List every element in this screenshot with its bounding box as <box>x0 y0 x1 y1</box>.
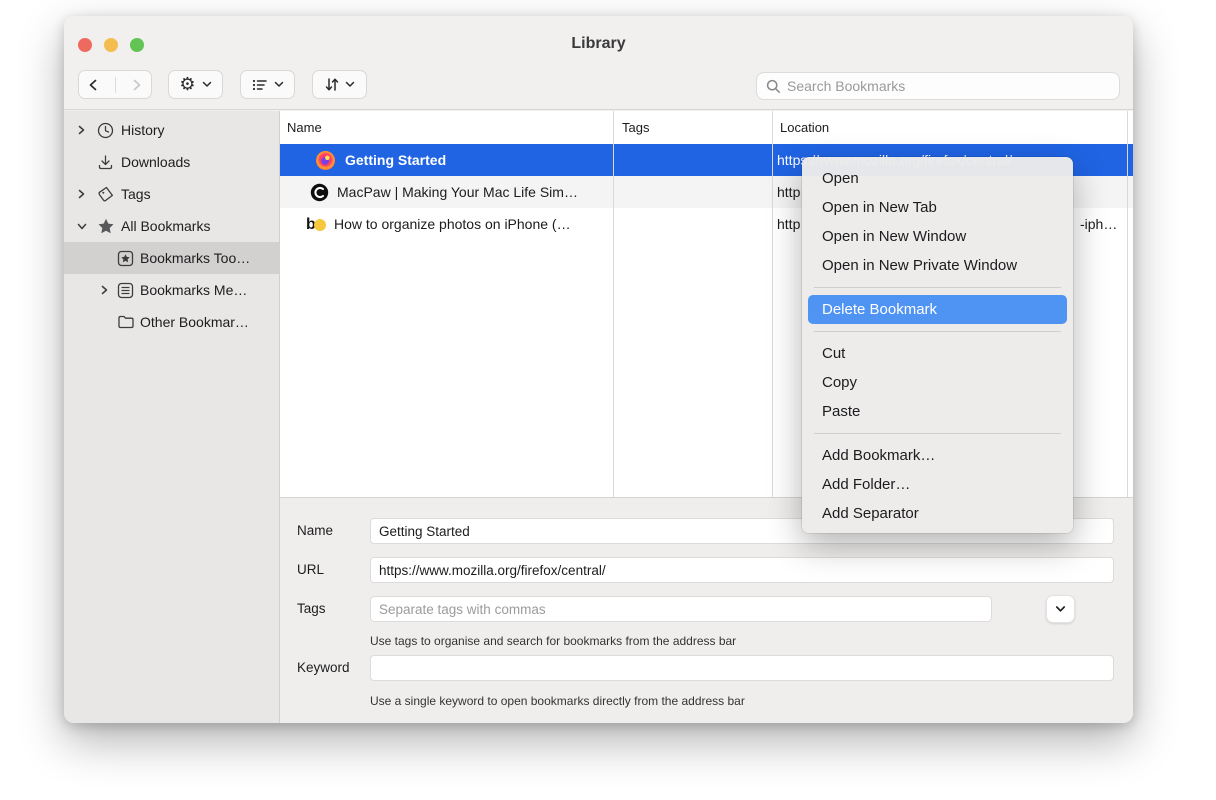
url-label: URL <box>297 562 324 577</box>
sidebar-item-bookmarks-menu[interactable]: Bookmarks Me… <box>64 274 279 306</box>
chevron-down-icon <box>274 81 284 88</box>
window-chrome: Library ⚙ <box>64 16 1133 110</box>
screenshot-root: Library ⚙ <box>0 0 1216 800</box>
column-divider[interactable] <box>613 111 614 497</box>
column-header-tags[interactable]: Tags <box>622 111 649 144</box>
sidebar: History Downloads Tags All Bookmarks Boo… <box>64 111 279 723</box>
sidebar-item-label: Tags <box>121 186 151 202</box>
history-nav-group <box>78 70 152 99</box>
menu-item-add-bookmark[interactable]: Add Bookmark… <box>802 441 1073 470</box>
menu-item-paste[interactable]: Paste <box>802 397 1073 426</box>
download-icon <box>97 154 114 171</box>
segment-divider <box>115 77 116 93</box>
column-header-name[interactable]: Name <box>287 111 322 144</box>
chevron-down-icon <box>345 81 355 88</box>
sidebar-item-label: Downloads <box>121 154 190 170</box>
chevron-down-icon <box>202 81 212 88</box>
tags-field[interactable] <box>370 596 992 622</box>
keyword-label: Keyword <box>297 660 350 675</box>
sidebar-item-other-bookmarks[interactable]: Other Bookmar… <box>64 306 279 338</box>
bookmarks-menu-icon <box>117 282 134 299</box>
clock-icon <box>97 122 114 139</box>
keyword-field[interactable] <box>370 655 1114 681</box>
bookmark-name: How to organize photos on iPhone (… <box>334 216 571 232</box>
bookmark-location: http <box>777 176 800 208</box>
forward-button[interactable] <box>121 71 151 98</box>
search-icon <box>766 79 781 94</box>
organize-menu-button[interactable]: ⚙ <box>168 70 223 99</box>
firefox-favicon <box>316 151 335 170</box>
column-divider[interactable] <box>772 111 773 497</box>
chevron-right-icon[interactable] <box>100 285 110 295</box>
bookmark-name: MacPaw | Making Your Mac Life Sim… <box>337 184 578 200</box>
bookmark-location-end: -iph… <box>1080 208 1117 240</box>
name-label: Name <box>297 523 333 538</box>
bookmarks-toolbar-icon <box>117 250 134 267</box>
gear-icon: ⚙ <box>179 76 195 94</box>
bookmark-location: http <box>777 208 800 240</box>
macpaw-favicon <box>310 183 329 202</box>
bookmark-name: Getting Started <box>345 152 446 168</box>
search-field[interactable] <box>756 72 1120 100</box>
views-menu-button[interactable] <box>240 70 295 99</box>
menu-item-open-new-private-window[interactable]: Open in New Private Window <box>802 251 1073 280</box>
sidebar-item-label: History <box>121 122 165 138</box>
window-title: Library <box>64 35 1133 53</box>
sidebar-item-all-bookmarks[interactable]: All Bookmarks <box>64 210 279 242</box>
column-divider[interactable] <box>1127 111 1128 497</box>
back-button[interactable] <box>79 71 109 98</box>
tags-help-text: Use tags to organise and search for book… <box>370 634 736 648</box>
menu-separator <box>814 331 1061 332</box>
menu-item-open-new-tab[interactable]: Open in New Tab <box>802 193 1073 222</box>
keyword-help-text: Use a single keyword to open bookmarks d… <box>370 694 745 708</box>
star-icon <box>97 218 115 235</box>
menu-item-add-separator[interactable]: Add Separator <box>802 499 1073 528</box>
sidebar-item-history[interactable]: History <box>64 114 279 146</box>
menu-separator <box>814 433 1061 434</box>
context-menu: Open Open in New Tab Open in New Window … <box>802 157 1073 533</box>
chevron-down-icon <box>1055 605 1066 613</box>
tag-icon <box>97 186 115 203</box>
menu-item-cut[interactable]: Cut <box>802 339 1073 368</box>
chevron-down-icon[interactable] <box>77 222 87 231</box>
sort-menu-button[interactable] <box>312 70 367 99</box>
sidebar-item-label: Other Bookmar… <box>140 314 249 330</box>
tags-label: Tags <box>297 601 326 616</box>
search-input[interactable] <box>787 78 1110 94</box>
sidebar-item-label: All Bookmarks <box>121 218 210 234</box>
sidebar-item-downloads[interactable]: Downloads <box>64 146 279 178</box>
sidebar-item-bookmarks-toolbar[interactable]: Bookmarks Too… <box>64 242 279 274</box>
menu-item-add-folder[interactable]: Add Folder… <box>802 470 1073 499</box>
sort-arrows-icon <box>325 77 339 92</box>
tags-dropdown-button[interactable] <box>1046 595 1075 623</box>
chevron-right-icon <box>131 79 142 91</box>
chevron-right-icon[interactable] <box>77 125 87 135</box>
menu-item-delete-bookmark[interactable]: Delete Bookmark <box>808 295 1067 324</box>
menu-separator <box>814 287 1061 288</box>
folder-icon <box>117 314 135 330</box>
b-favicon: b <box>306 215 326 234</box>
sidebar-item-label: Bookmarks Me… <box>140 282 247 298</box>
menu-item-copy[interactable]: Copy <box>802 368 1073 397</box>
url-field[interactable] <box>370 557 1114 583</box>
sidebar-item-tags[interactable]: Tags <box>64 178 279 210</box>
menu-item-open-new-window[interactable]: Open in New Window <box>802 222 1073 251</box>
column-header-location[interactable]: Location <box>780 111 829 144</box>
chevron-right-icon[interactable] <box>77 189 87 199</box>
chevron-left-icon <box>88 79 99 91</box>
menu-item-open[interactable]: Open <box>802 164 1073 193</box>
sidebar-item-label: Bookmarks Too… <box>140 250 250 266</box>
list-view-icon <box>252 78 268 92</box>
library-window: Library ⚙ <box>64 16 1133 723</box>
